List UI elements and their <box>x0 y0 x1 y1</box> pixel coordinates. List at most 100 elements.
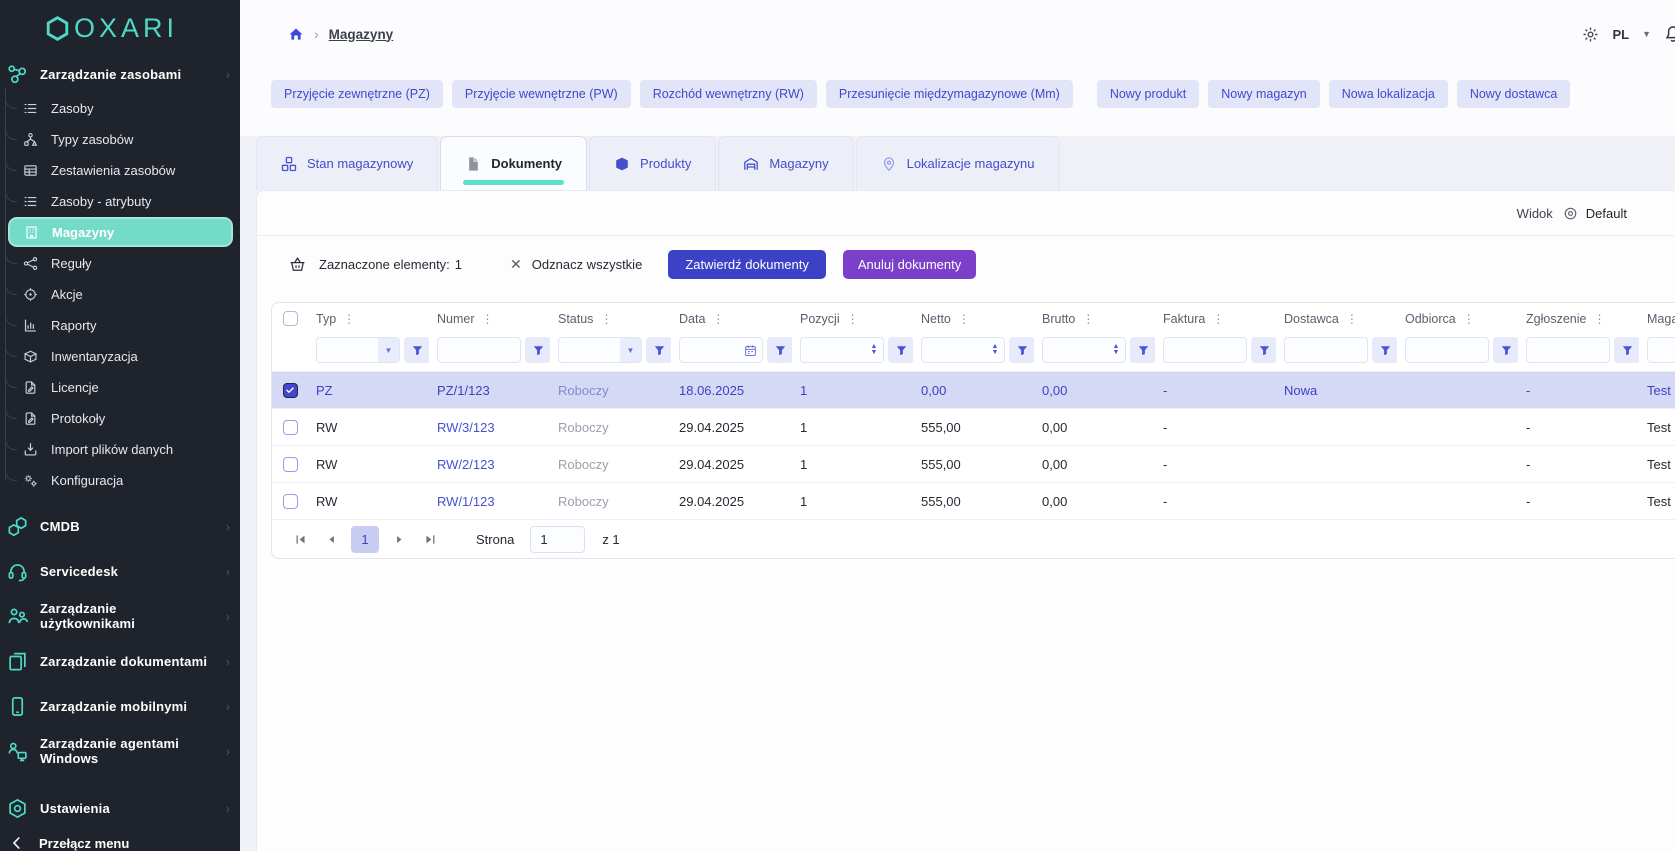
table-row[interactable]: RW RW/2/123 Roboczy 29.04.2025 1 555,00 … <box>272 445 1675 482</box>
spinner-icons[interactable]: ▲▼ <box>986 344 1004 356</box>
breadcrumb-current[interactable]: Magazyny <box>329 27 394 42</box>
chevron-down-icon[interactable]: ▼ <box>620 338 641 362</box>
document-link[interactable]: RW/1/123 <box>437 494 495 509</box>
column-menu-icon[interactable]: ⋮ <box>1346 312 1358 326</box>
zgloszenie-filter-input[interactable] <box>1526 337 1610 363</box>
select-all-checkbox[interactable] <box>283 311 298 326</box>
sidebar-item-reguly[interactable]: Reguły <box>0 248 240 279</box>
brutto-filter-number[interactable]: ▲▼ <box>1042 337 1126 363</box>
pozycji-filter-number[interactable]: ▲▼ <box>800 337 884 363</box>
numer-filter-input[interactable] <box>437 337 521 363</box>
sidebar-group-windows-agents[interactable]: Zarządzanie agentami Windows › <box>0 736 240 766</box>
column-menu-icon[interactable]: ⋮ <box>847 312 859 326</box>
language-selector[interactable]: PL <box>1612 27 1629 42</box>
status-filter-select[interactable]: ▼ <box>558 337 642 363</box>
sidebar-item-zasoby-atrybuty[interactable]: Zasoby - atrybuty <box>0 186 240 217</box>
document-link[interactable]: RW/2/123 <box>437 457 495 472</box>
cancel-documents-button[interactable]: Anuluj dokumenty <box>843 250 976 279</box>
sidebar-group-documents[interactable]: Zarządzanie dokumentami › <box>0 646 240 676</box>
bell-icon[interactable] <box>1664 25 1675 43</box>
deselect-all-button[interactable]: ✕ Odznacz wszystkie <box>510 256 642 273</box>
table-row[interactable]: RW RW/3/123 Roboczy 29.04.2025 1 555,00 … <box>272 408 1675 445</box>
table-row[interactable]: PZ PZ/1/123 Roboczy 18.06.2025 1 0,00 0,… <box>272 371 1675 408</box>
pozycji-filter-button[interactable] <box>888 337 913 363</box>
column-menu-icon[interactable]: ⋮ <box>600 312 612 326</box>
sidebar-item-import-plikow[interactable]: Import plików danych <box>0 434 240 465</box>
column-menu-icon[interactable]: ⋮ <box>958 312 970 326</box>
sidebar-group-cmdb[interactable]: CMDB › <box>0 511 240 541</box>
sidebar-item-konfiguracja[interactable]: Konfiguracja <box>0 465 240 496</box>
sidebar-group-settings[interactable]: Ustawienia › <box>0 793 240 823</box>
sidebar-item-typy-zasobow[interactable]: Typy zasobów <box>0 124 240 155</box>
view-selector[interactable]: Default <box>1563 206 1627 221</box>
row-checkbox[interactable] <box>283 383 298 398</box>
tab-magazyny[interactable]: Magazyny <box>718 136 853 190</box>
chevron-down-icon[interactable]: ▼ <box>378 338 399 362</box>
netto-filter-number[interactable]: ▲▼ <box>921 337 1005 363</box>
row-checkbox[interactable] <box>283 457 298 472</box>
status-filter-button[interactable] <box>646 337 671 363</box>
page-input[interactable] <box>530 526 585 553</box>
sidebar-item-magazyny[interactable]: Magazyny <box>8 217 233 247</box>
sidebar-item-protokoly[interactable]: Protokoły <box>0 403 240 434</box>
first-page-button[interactable] <box>289 528 311 550</box>
chevron-down-icon[interactable]: ▼ <box>1642 29 1651 39</box>
sidebar-group-asset-management[interactable]: Zarządzanie zasobami › <box>0 59 240 89</box>
table-row[interactable]: RW RW/1/123 Roboczy 29.04.2025 1 555,00 … <box>272 482 1675 519</box>
data-filter-button[interactable] <box>767 337 792 363</box>
netto-filter-button[interactable] <box>1009 337 1034 363</box>
sidebar-item-zestawienia-zasobow[interactable]: Zestawienia zasobów <box>0 155 240 186</box>
faktura-filter-input[interactable] <box>1163 337 1247 363</box>
home-icon[interactable] <box>288 26 304 42</box>
document-link[interactable]: PZ/1/123 <box>437 383 490 398</box>
sidebar-group-mobile[interactable]: Zarządzanie mobilnymi › <box>0 691 240 721</box>
numer-filter-button[interactable] <box>525 337 550 363</box>
sidebar-group-servicedesk[interactable]: Servicedesk › <box>0 556 240 586</box>
prev-page-button[interactable] <box>320 528 342 550</box>
sidebar-item-akcje[interactable]: Akcje <box>0 279 240 310</box>
typ-filter-select[interactable]: ▼ <box>316 337 400 363</box>
odbiorca-filter-input[interactable] <box>1405 337 1489 363</box>
new-supplier-button[interactable]: Nowy dostawca <box>1457 80 1571 108</box>
rw-button[interactable]: Rozchód wewnętrzny (RW) <box>640 80 817 108</box>
column-menu-icon[interactable]: ⋮ <box>482 312 494 326</box>
next-page-button[interactable] <box>388 528 410 550</box>
sidebar-group-users[interactable]: Zarządzanie użytkownikami › <box>0 601 240 631</box>
tab-lokalizacje-magazynu[interactable]: Lokalizacje magazynu <box>856 136 1060 190</box>
mm-button[interactable]: Przesunięcie międzymagazynowe (Mm) <box>826 80 1073 108</box>
sidebar-item-raporty[interactable]: Raporty <box>0 310 240 341</box>
tab-produkty[interactable]: Produkty <box>589 136 716 190</box>
spinner-icons[interactable]: ▲▼ <box>865 344 883 356</box>
row-checkbox[interactable] <box>283 420 298 435</box>
brutto-filter-button[interactable] <box>1130 337 1155 363</box>
spinner-icons[interactable]: ▲▼ <box>1107 344 1125 356</box>
column-menu-icon[interactable]: ⋮ <box>1593 312 1605 326</box>
column-menu-icon[interactable]: ⋮ <box>712 312 724 326</box>
gear-icon[interactable] <box>1582 26 1599 43</box>
data-filter-datepicker[interactable] <box>679 337 763 363</box>
new-location-button[interactable]: Nowa lokalizacja <box>1329 80 1448 108</box>
sidebar-item-licencje[interactable]: Licencje <box>0 372 240 403</box>
approve-documents-button[interactable]: Zatwierdź dokumenty <box>668 250 826 279</box>
pz-button[interactable]: Przyjęcie zewnętrzne (PZ) <box>271 80 443 108</box>
dostawca-filter-input[interactable] <box>1284 337 1368 363</box>
calendar-icon[interactable] <box>744 344 757 357</box>
faktura-filter-button[interactable] <box>1251 337 1276 363</box>
column-menu-icon[interactable]: ⋮ <box>343 312 355 326</box>
tab-dokumenty[interactable]: Dokumenty <box>440 136 587 190</box>
new-product-button[interactable]: Nowy produkt <box>1097 80 1199 108</box>
document-link[interactable]: RW/3/123 <box>437 420 495 435</box>
last-page-button[interactable] <box>419 528 441 550</box>
row-checkbox[interactable] <box>283 494 298 509</box>
new-warehouse-button[interactable]: Nowy magazyn <box>1208 80 1319 108</box>
toggle-menu-button[interactable]: Przełącz menu <box>0 826 240 851</box>
typ-filter-button[interactable] <box>404 337 429 363</box>
tab-stan-magazynowy[interactable]: Stan magazynowy <box>256 136 438 190</box>
odbiorca-filter-button[interactable] <box>1493 337 1518 363</box>
sidebar-item-inwentaryzacja[interactable]: Inwentaryzacja <box>0 341 240 372</box>
pw-button[interactable]: Przyjęcie wewnętrzne (PW) <box>452 80 631 108</box>
column-menu-icon[interactable]: ⋮ <box>1082 312 1094 326</box>
zgloszenie-filter-button[interactable] <box>1614 337 1639 363</box>
dostawca-filter-button[interactable] <box>1372 337 1397 363</box>
sidebar-item-zasoby[interactable]: Zasoby <box>0 93 240 124</box>
